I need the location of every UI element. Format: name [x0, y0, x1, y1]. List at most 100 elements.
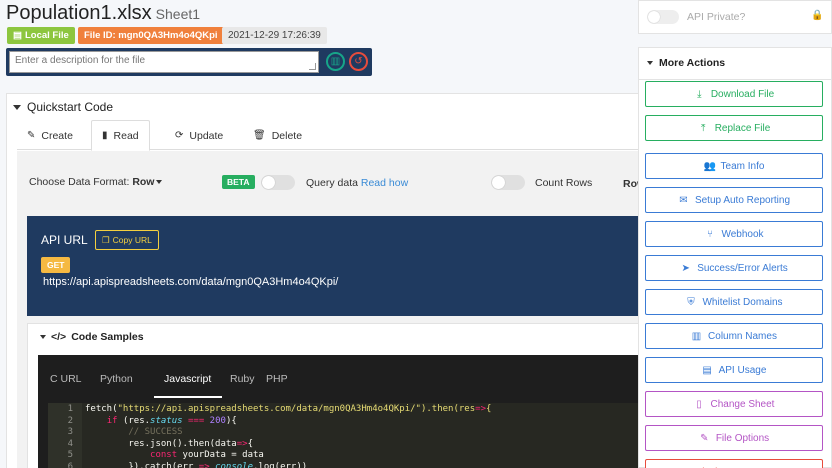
code-samples-title: Code Samples — [71, 331, 144, 343]
api-url-text: https://api.apispreadsheets.com/data/mgn… — [43, 276, 339, 288]
more-actions-header[interactable]: More Actions — [647, 57, 725, 69]
file-icon: ▯ — [696, 398, 702, 410]
line-number: 5 — [67, 450, 73, 460]
file-icon: ▤ — [13, 30, 22, 41]
save-description-button[interactable]: ▥ — [326, 52, 345, 71]
team-info-label: Team Info — [720, 160, 765, 172]
description-bar: Enter a description for the file ▥ ↺ — [6, 48, 372, 76]
quickstart-tabs: ✎ Create ▮ Read ⟳ Update 🗑 Delete — [17, 120, 647, 151]
quickstart-header[interactable]: Quickstart Code — [13, 100, 113, 114]
lang-tab-curl[interactable]: C URL — [50, 373, 82, 385]
quickstart-title: Quickstart Code — [27, 100, 114, 114]
caret-down-icon — [647, 61, 653, 65]
code-text: res.json().then(data=>{ — [85, 438, 253, 449]
code-editor[interactable]: 1 fetch("https://api.apispreadsheets.com/… — [48, 403, 643, 468]
code-samples-header[interactable]: </> Code Samples — [40, 331, 144, 343]
download-file-button[interactable]: ⤓ Download File — [645, 81, 823, 107]
query-data-toggle[interactable] — [261, 175, 295, 190]
lang-tab-ruby[interactable]: Ruby — [230, 373, 255, 385]
change-sheet-button[interactable]: ▯ Change Sheet — [645, 391, 823, 417]
file-options-label: File Options — [715, 432, 770, 444]
file-title: Population1.xlsx Sheet1 — [6, 2, 200, 25]
count-rows-label: Count Rows — [535, 177, 593, 189]
divider — [639, 79, 832, 80]
code-text: if (res.status === 200){ — [106, 415, 237, 426]
api-usage-label: API Usage — [718, 364, 767, 376]
caret-down-icon — [40, 335, 46, 339]
line-number: 4 — [67, 438, 73, 449]
setup-auto-reporting-button[interactable]: ✉ Setup Auto Reporting — [645, 187, 823, 213]
code-text: }).catch(err => console.log(err)) — [85, 461, 308, 468]
whitelist-domains-label: Whitelist Domains — [702, 296, 783, 308]
code-icon: </> — [51, 331, 67, 343]
change-sheet-label: Change Sheet — [710, 398, 775, 410]
code-line: 5 const yourData = data — [48, 450, 643, 461]
quickstart-panel: Quickstart Code ✎ Create ▮ Read ⟳ Update… — [6, 93, 647, 468]
api-url-label: API URL — [41, 233, 88, 247]
beta-badge: BETA — [222, 175, 255, 189]
api-usage-button[interactable]: ▤ API Usage — [645, 357, 823, 383]
tab-read[interactable]: ▮ Read — [91, 120, 150, 151]
column-names-label: Column Names — [708, 330, 777, 342]
upload-icon: ⤒ — [700, 122, 706, 134]
tab-create-label: Create — [41, 129, 73, 142]
save-icon: ▥ — [330, 56, 341, 67]
lang-tab-php[interactable]: PHP — [266, 373, 288, 385]
sheet-name: Sheet1 — [155, 6, 201, 22]
line-number: 6 — [67, 461, 73, 468]
users-icon: 👥 — [703, 160, 716, 172]
file-options-button[interactable]: ✎ File Options — [645, 425, 823, 451]
local-file-badge: ▤ Local File — [7, 27, 75, 44]
edit-icon: ✎ — [700, 432, 709, 444]
line-number: 1 — [67, 404, 73, 414]
line-number: 3 — [67, 427, 73, 437]
code-samples-section: </> Code Samples C URL Python Javascript… — [27, 323, 647, 468]
caret-down-icon — [13, 104, 21, 110]
webhook-icon: ⑂ — [706, 228, 713, 240]
copy-url-button[interactable]: ❐ Copy URL — [95, 230, 159, 250]
webhook-label: Webhook — [721, 228, 764, 240]
envelope-icon: ✉ — [679, 194, 688, 206]
code-line: 6 }).catch(err => console.log(err)) — [48, 462, 643, 468]
line-number: 2 — [67, 415, 73, 426]
api-private-label: API Private? — [687, 11, 746, 23]
api-url-box: API URL ❐ Copy URL GET https://api.apisp… — [27, 216, 647, 316]
query-data-text: Query data — [306, 177, 358, 189]
lang-tab-python[interactable]: Python — [100, 373, 133, 385]
tab-update[interactable]: ⟳ Update — [165, 120, 233, 151]
date-badge: 2021-12-29 17:26:39 — [222, 27, 327, 44]
column-names-button[interactable]: ▥ Column Names — [645, 323, 823, 349]
description-input[interactable]: Enter a description for the file — [9, 51, 319, 73]
webhook-button[interactable]: ⑂ Webhook — [645, 221, 823, 247]
read-how-link[interactable]: Read how — [361, 177, 408, 189]
count-rows-toggle[interactable] — [491, 175, 525, 190]
chevron-down-icon — [156, 180, 163, 185]
success-error-alerts-label: Success/Error Alerts — [697, 262, 788, 274]
team-info-button[interactable]: 👥 Team Info — [645, 153, 823, 179]
block-request-types-button[interactable]: ⊘Block Request Types — [645, 459, 823, 468]
more-actions-panel: More Actions ⤓ Download File ⤒ Replace File… — [638, 47, 832, 468]
api-private-panel: API Private? 🔒 — [638, 0, 832, 34]
tab-read-label: Read — [113, 129, 139, 142]
format-label: Choose Data Format: — [29, 176, 130, 188]
columns-icon: ▥ — [691, 330, 702, 342]
setup-auto-reporting-label: Setup Auto Reporting — [694, 194, 791, 206]
undo-icon: ↺ — [354, 56, 363, 67]
copy-url-label: Copy URL — [112, 235, 152, 245]
replace-file-label: Replace File — [714, 122, 771, 134]
local-file-label: Local File — [24, 30, 69, 41]
success-error-alerts-button[interactable]: ➤ Success/Error Alerts — [645, 255, 823, 281]
api-private-toggle[interactable] — [647, 10, 679, 24]
lock-icon: 🔒 — [811, 10, 824, 21]
tab-delete[interactable]: 🗑 Delete — [243, 120, 312, 151]
lang-tab-javascript[interactable]: Javascript — [164, 373, 211, 385]
tab-create[interactable]: ✎ Create — [17, 120, 83, 151]
get-method-badge: GET — [41, 257, 71, 273]
book-icon: ▮ — [102, 130, 108, 141]
file-id-badge: File ID: mgn0QA3Hm4o4QKpi — [78, 27, 224, 44]
replace-file-button[interactable]: ⤒ Replace File — [645, 115, 823, 141]
code-text: fetch("https://api.apispreadsheets.com/d… — [85, 404, 492, 414]
undo-description-button[interactable]: ↺ — [349, 52, 368, 71]
data-format-selector[interactable]: Choose Data Format: Row — [29, 176, 163, 188]
whitelist-domains-button[interactable]: ⛨ Whitelist Domains — [645, 289, 823, 315]
